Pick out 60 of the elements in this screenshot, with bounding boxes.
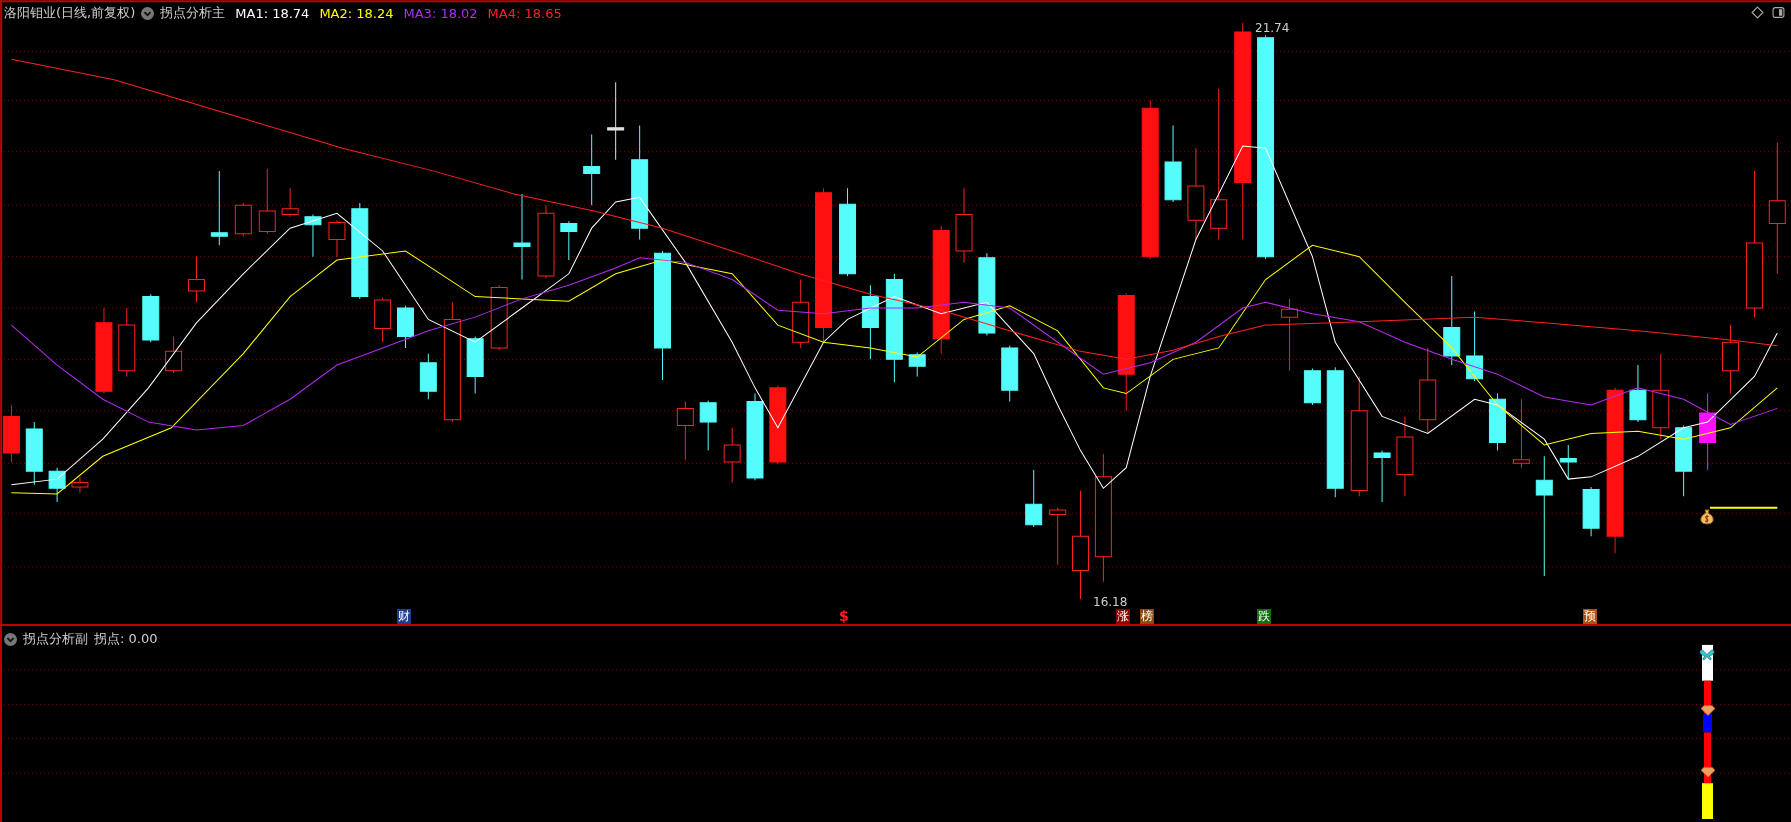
candlestick [490,284,508,351]
candlestick [792,279,810,349]
candlestick [560,220,578,261]
candlestick [187,256,205,303]
candlestick [1049,507,1067,566]
diamond-icon[interactable] [1751,6,1764,19]
candlestick [723,427,741,484]
signal-marker: 跌 [1257,609,1271,624]
moving-average-value: MA4: 18.65 [487,5,562,21]
price-label: 16.18 [1092,596,1129,609]
candlestick [1373,450,1391,503]
signal-marker: $ [838,609,850,624]
candlestick [908,352,926,377]
stock-name: 洛阳钼业(日线,前复权) [4,4,136,22]
candlestick [2,404,20,463]
moving-average-value: MA2: 18.24 [319,5,394,21]
candlestick [118,307,136,377]
candlestick [1001,345,1019,403]
chevron-down-icon[interactable] [141,6,155,20]
candlestick [466,336,484,395]
indicator-name: 拐点分析主 [160,4,226,22]
signal-marker: 榜 [1140,609,1154,624]
candlestick [1721,324,1739,395]
panel-toggle-icon[interactable] [1772,6,1785,19]
candlestick [1559,444,1577,480]
candlestick [281,187,299,218]
candlestick [25,421,43,486]
signal-line [1708,506,1779,509]
indicator-name: 拐点分析副 [23,630,88,648]
moving-average-value: MA3: 18.02 [403,5,478,21]
candlestick [374,297,392,343]
candlestick [1466,310,1484,382]
indicator-reading: 拐点: 0.00 [94,630,158,648]
candlestick [1675,425,1693,497]
signal-marker: 财 [397,609,411,624]
signal-marker: 涨 [1116,609,1130,624]
candlestick [397,305,414,349]
candlestick [165,336,183,374]
money-bag-icon [1700,509,1714,525]
candlestick [258,168,276,235]
candlestick [1512,398,1530,469]
candlestick [304,213,322,258]
candlestick [699,399,717,452]
candlestick [1582,486,1600,537]
candlestick [419,353,437,400]
candlestick [48,467,66,503]
candlestick [1025,469,1043,528]
candlestick [1303,367,1321,406]
candlestick [234,202,252,237]
signal-marker: 预 [1583,609,1597,624]
candlestick [328,219,346,258]
moving-average-value: MA1: 18.74 [235,5,310,21]
candlestick [1629,364,1647,423]
candlestick [142,293,160,343]
candlestick [71,476,89,494]
price-label: 21.74 [1254,22,1291,35]
candlestick [1488,393,1506,452]
candlestick [676,401,694,461]
candlestick [583,134,601,206]
chevron-down-icon[interactable] [4,632,17,646]
